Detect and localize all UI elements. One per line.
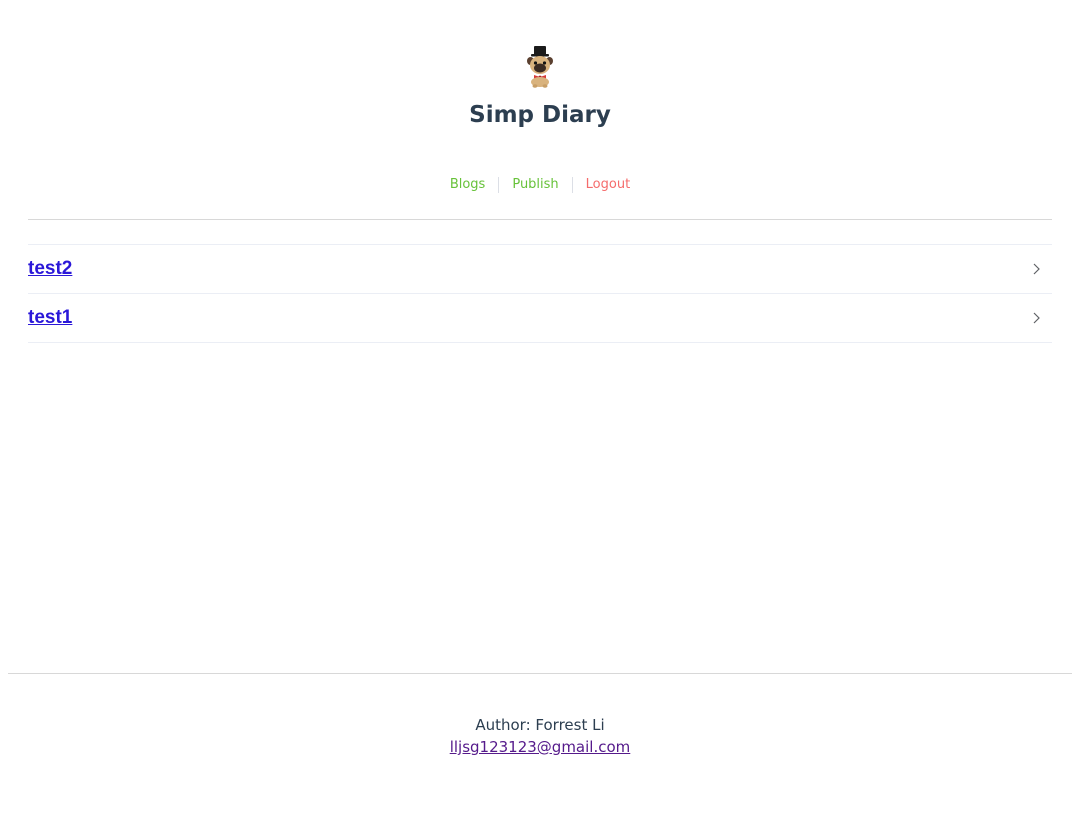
author-text: Author: Forrest Li (475, 716, 605, 734)
pug-logo-icon (527, 46, 553, 88)
site-title: Simp Diary (469, 102, 611, 128)
blog-title-link[interactable]: test1 (28, 307, 72, 329)
email-link[interactable]: lljsg123123@gmail.com (450, 738, 631, 756)
site-footer: Author: Forrest Li lljsg123123@gmail.com (0, 714, 1080, 758)
main-nav: Blogs Publish Logout (0, 176, 1080, 194)
blog-list: test2 test1 (28, 244, 1052, 343)
page: Simp Diary Blogs Publish Logout test2 te… (0, 0, 1080, 838)
nav-blogs-link[interactable]: Blogs (437, 176, 499, 194)
chevron-right-icon[interactable] (1030, 311, 1044, 325)
list-item[interactable]: test1 (28, 294, 1052, 343)
blog-title-link[interactable]: test2 (28, 258, 72, 280)
nav-publish-link[interactable]: Publish (499, 176, 571, 194)
nav-logout-link[interactable]: Logout (573, 176, 644, 194)
list-item[interactable]: test2 (28, 245, 1052, 294)
chevron-right-icon[interactable] (1030, 262, 1044, 276)
footer-divider (8, 673, 1072, 674)
header-divider (28, 219, 1052, 220)
